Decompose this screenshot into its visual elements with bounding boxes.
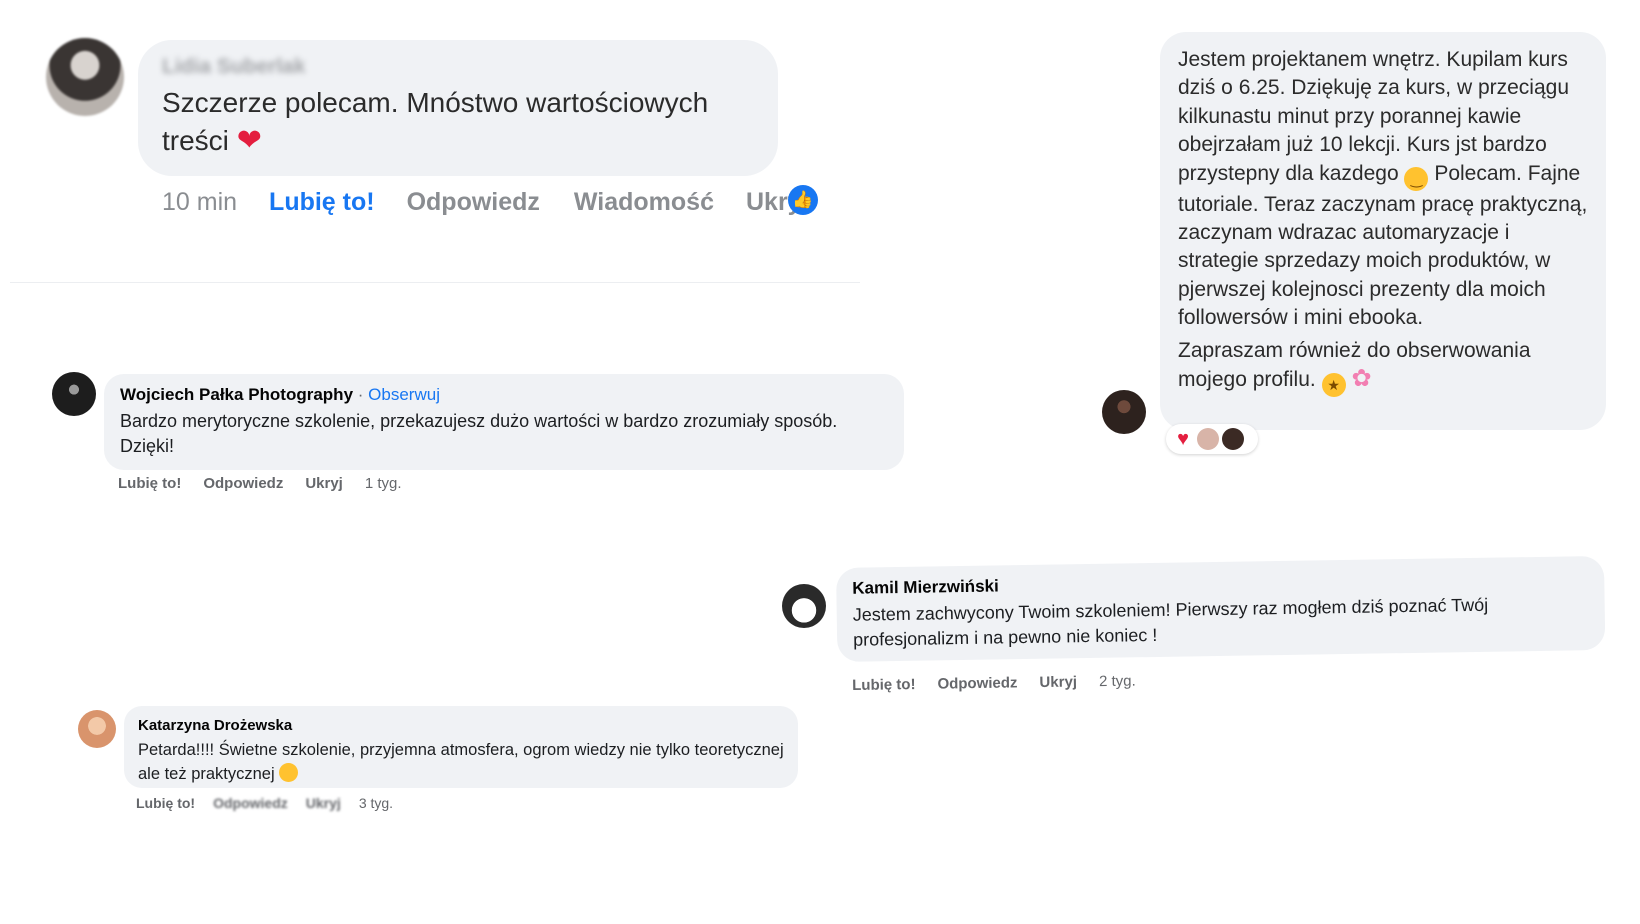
reply-link[interactable]: Odpowiedz xyxy=(203,475,283,492)
hide-link[interactable]: Ukryj xyxy=(306,795,341,811)
reply-link[interactable]: Odpowiedz xyxy=(937,674,1017,692)
comment-actions: 10 min Lubię to! Odpowiedz Wiadomość Ukr… xyxy=(162,182,818,222)
star-struck-emoji-icon: ★ xyxy=(1321,373,1346,398)
comment-text: Szczerze polecam. Mnóstwo wartościowych … xyxy=(162,84,756,160)
comment-text: Bardzo merytoryczne szkolenie, przekazuj… xyxy=(120,411,838,456)
follow-link[interactable]: Obserwuj xyxy=(368,385,440,404)
comment-timestamp[interactable]: 10 min xyxy=(162,188,237,217)
reactions-summary[interactable]: ♥ xyxy=(1166,424,1258,454)
comment-header: Wojciech Pałka Photography · Obserwuj xyxy=(120,384,888,406)
comment-author[interactable]: Wojciech Pałka Photography xyxy=(120,385,353,404)
comment-bubble: Katarzyna Drożewska Petarda!!!! Świetne … xyxy=(124,706,798,788)
heart-reaction-icon: ♥ xyxy=(1177,427,1189,450)
like-link[interactable]: Lubię to! xyxy=(136,795,195,811)
smiling-face-emoji-icon: ‿ xyxy=(1404,166,1429,191)
comment-timestamp[interactable]: 2 tyg. xyxy=(1099,672,1136,690)
divider xyxy=(10,282,860,283)
like-link[interactable]: Lubię to! xyxy=(269,188,375,217)
comment-actions: Lubię to! Odpowiedz Ukryj 2 tyg. xyxy=(852,669,1158,696)
avatar[interactable] xyxy=(46,38,124,116)
reply-link[interactable]: Odpowiedz xyxy=(213,795,288,811)
message-link[interactable]: Wiadomość xyxy=(574,188,714,217)
avatar[interactable] xyxy=(782,584,826,628)
comment-text-content: Petarda!!!! Świetne szkolenie, przyjemna… xyxy=(138,741,784,783)
comment-timestamp[interactable]: 3 tyg. xyxy=(359,795,393,811)
reply-link[interactable]: Odpowiedz xyxy=(407,188,540,217)
flower-emoji-icon: ✿ xyxy=(1351,365,1372,393)
comment-text: Zapraszam również do obserwowania mojego… xyxy=(1178,337,1592,398)
comment-bubble: Kamil Mierzwiński Jestem zachwycony Twoi… xyxy=(836,555,1606,662)
comment-bubble: Jestem projektanem wnętrz. Kupilam kurs … xyxy=(1160,32,1606,430)
comment-author[interactable]: Katarzyna Drożewska xyxy=(138,716,784,736)
thumbs-up-icon: 👍 xyxy=(787,185,818,215)
comment-timestamp[interactable]: 1 tyg. xyxy=(365,475,402,492)
reactor-avatar xyxy=(1197,428,1219,450)
like-link[interactable]: Lubię to! xyxy=(118,475,181,492)
comment-bubble: Lidia Suberlak Szczerze polecam. Mnóstwo… xyxy=(138,40,778,176)
hide-link[interactable]: Ukryj xyxy=(1039,673,1077,691)
smiling-face-emoji-icon xyxy=(279,763,299,782)
comment-actions: Lubię to! Odpowiedz Ukryj 3 tyg. xyxy=(136,793,411,813)
like-link[interactable]: Lubię to! xyxy=(852,676,916,694)
comment-text: Petarda!!!! Świetne szkolenie, przyjemna… xyxy=(138,738,784,786)
hide-link[interactable]: Ukryj xyxy=(305,475,343,492)
avatar[interactable] xyxy=(1102,390,1146,434)
comment-author[interactable]: Lidia Suberlak xyxy=(162,54,756,80)
avatar[interactable] xyxy=(52,372,96,416)
comment-text: Jestem zachwycony Twoim szkoleniem! Pier… xyxy=(852,594,1489,650)
separator: · xyxy=(357,385,364,404)
comment-actions: Lubię to! Odpowiedz Ukryj 1 tyg. xyxy=(118,472,424,494)
comment-text: Jestem projektanem wnętrz. Kupilam kurs … xyxy=(1178,46,1592,333)
comment-bubble: Wojciech Pałka Photography · Obserwuj Ba… xyxy=(104,374,904,470)
reactor-avatar xyxy=(1222,428,1244,450)
heart-emoji-icon: ❤ xyxy=(236,124,262,157)
avatar[interactable] xyxy=(78,710,116,748)
comment-text-part: Polecam. Fajne tutoriale. Teraz zaczynam… xyxy=(1178,161,1588,330)
